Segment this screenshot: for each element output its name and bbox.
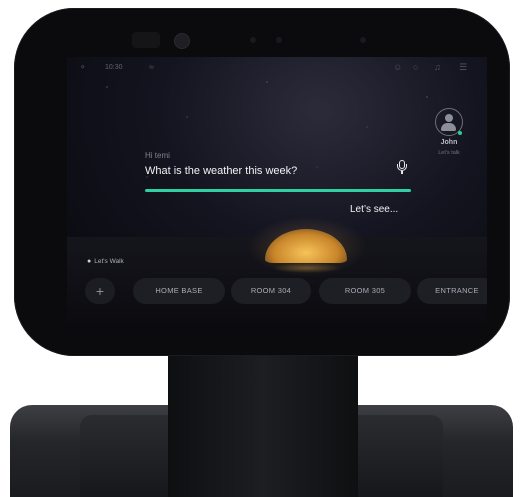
device-bezel: ⚬ 10:30 ≈ ☺ ○ ♫ ☰ John Let's talk Hi tem… — [14, 8, 510, 356]
user-subtitle: Let's talk — [438, 150, 460, 156]
assistant-reply: Let’s see... — [350, 204, 399, 215]
voice-input-underline — [145, 189, 411, 192]
locations-label-text: Let's Walk — [94, 258, 124, 265]
avatar-head — [445, 114, 453, 122]
mic-icon: ⚬ — [79, 62, 87, 72]
wifi-icon: ≈ — [149, 62, 154, 72]
camera-lens-icon — [174, 33, 190, 49]
user-avatar[interactable] — [435, 108, 463, 136]
microphone-icon[interactable] — [397, 160, 407, 174]
voice-query-text: What is the weather this week? — [145, 165, 298, 177]
sensor-dot — [276, 37, 282, 43]
location-button-entrance[interactable]: ENTRANCE — [417, 278, 487, 304]
user-name: John — [440, 139, 458, 146]
location-button-room-304[interactable]: ROOM 304 — [231, 278, 311, 304]
add-location-button[interactable]: + — [85, 278, 115, 304]
menu-icon[interactable]: ☰ — [459, 62, 467, 73]
tent-reflection — [272, 263, 342, 273]
sensor-dot — [360, 37, 366, 43]
location-button-room-305[interactable]: ROOM 305 — [319, 278, 411, 304]
sensor-dot — [250, 37, 256, 43]
screen: ⚬ 10:30 ≈ ☺ ○ ♫ ☰ John Let's talk Hi tem… — [67, 57, 487, 323]
sensor-module — [132, 32, 160, 48]
bell-icon[interactable]: ○ — [413, 62, 418, 72]
status-time: 10:30 — [105, 64, 123, 71]
robot-neck — [168, 345, 358, 497]
music-icon[interactable]: ♫ — [434, 62, 441, 72]
person-icon[interactable]: ☺ — [393, 62, 402, 72]
online-status-dot — [458, 131, 462, 135]
wake-word-greeting: Hi temi — [145, 151, 170, 160]
locations-label: ● Let's Walk — [87, 258, 124, 265]
location-pin-icon: ● — [87, 258, 92, 265]
avatar-shoulders — [441, 123, 456, 131]
location-button-home-base[interactable]: HOME BASE — [133, 278, 225, 304]
status-bar: ⚬ 10:30 ≈ ☺ ○ ♫ ☰ — [67, 57, 487, 79]
